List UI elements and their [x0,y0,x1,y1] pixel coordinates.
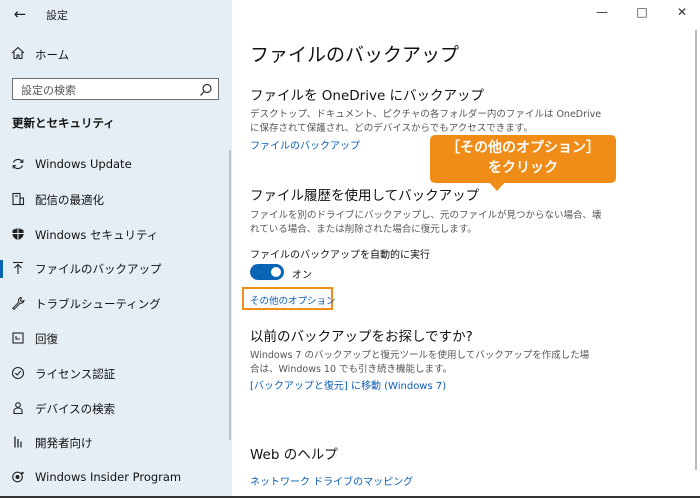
search-input[interactable] [13,80,193,101]
sidebar-item-label: トラブルシューティング [35,297,161,312]
sidebar-item-find-device[interactable]: デバイスの検索 [0,392,232,427]
wrench-icon [10,296,26,312]
more-options-link[interactable]: その他のオプション [250,293,336,307]
instruction-callout: ［その他のオプション］ をクリック [430,135,616,183]
onedrive-description: デスクトップ、ドキュメント、ピクチャの各フォルダー内のファイルは OneDriv… [250,109,602,134]
app-title: 設定 [46,9,68,22]
close-button[interactable]: ✕ [672,3,692,21]
toggle-state-label: オン [292,270,312,281]
sidebar-item-label: デバイスの検索 [35,401,116,416]
backup-restore-link[interactable]: [バックアップと復元] に移動 (Windows 7) [250,377,446,392]
sidebar-item-label: Windows Update [35,157,132,171]
sidebar-item-label: Windows Insider Program [35,470,182,485]
window-controls: — □ ✕ [570,0,700,26]
maximize-button[interactable]: □ [632,3,652,21]
person-location-icon [10,401,26,417]
recovery-icon [10,331,26,347]
sidebar-item-label: 開発者向け [35,436,93,451]
callout-pointer [488,181,506,191]
previous-backup-description: Windows 7 のバックアップと復元ツールを使用してバックアップを作成した場… [250,350,590,375]
search-field[interactable] [12,78,219,101]
sidebar-item-windows-update[interactable]: Windows Update [0,148,232,183]
auto-backup-toggle[interactable] [250,264,284,280]
sidebar-item-troubleshoot[interactable]: トラブルシューティング [0,287,232,322]
sidebar-nav-list: Windows Update 配信の最適化 Windows セキュリティ ファイ… [0,148,232,496]
shield-icon [10,227,26,243]
delivery-icon [10,192,26,208]
backup-arrow-icon [10,261,26,277]
sidebar: ← 設定 ホーム 更新とセキュリティ Windows Update 配信の最適化 [0,0,232,498]
back-button[interactable]: ← [8,3,32,25]
sidebar-item-label: Windows セキュリティ [35,227,159,242]
minimize-icon: — [596,5,608,19]
sidebar-item-label: ライセンス認証 [35,366,116,381]
main-scrollbar[interactable] [695,30,697,470]
onedrive-heading: ファイルを OneDrive にバックアップ [250,88,485,104]
back-arrow-icon: ← [13,5,27,23]
file-history-description: ファイルを別のドライブにバックアップし、元のファイルが見つからない場合、壊れてい… [250,210,602,235]
sidebar-item-windows-insider[interactable]: Windows Insider Program [0,461,232,496]
sidebar-item-recovery[interactable]: 回復 [0,322,232,357]
sync-icon [10,157,26,173]
sidebar-item-home[interactable]: ホーム [0,40,232,68]
sidebar-item-label: ホーム [35,48,70,62]
sidebar-item-label: 配信の最適化 [35,192,104,207]
page-title: ファイルのバックアップ [250,44,460,66]
callout-line2: をクリック [488,160,558,176]
insider-icon [10,470,26,486]
sidebar-item-label: ファイルのバックアップ [35,262,162,277]
callout-line1: ［その他のオプション］ [446,140,600,156]
section-heading: 更新とセキュリティ [12,116,115,130]
web-help-heading: Web のヘルプ [250,447,338,463]
title-bar: ← 設定 [0,0,232,30]
close-icon: ✕ [676,5,688,19]
sidebar-item-windows-security[interactable]: Windows セキュリティ [0,218,232,253]
onedrive-backup-link[interactable]: ファイルのバックアップ [250,137,360,152]
maximize-icon: □ [636,5,648,19]
sidebar-item-delivery-optimization[interactable]: 配信の最適化 [0,183,232,218]
sidebar-item-label: 回復 [35,331,58,346]
sidebar-item-activation[interactable]: ライセンス認証 [0,357,232,392]
sidebar-item-for-developers[interactable]: 開発者向け [0,426,232,461]
search-icon[interactable] [199,82,213,96]
file-history-heading: ファイル履歴を使用してバックアップ [250,188,480,204]
map-network-drive-link[interactable]: ネットワーク ドライブのマッピング [250,473,413,488]
sidebar-item-file-backup[interactable]: ファイルのバックアップ [0,252,232,287]
main-content: — □ ✕ ファイルのバックアップ ファイルを OneDrive にバックアップ… [232,0,700,498]
sidebar-scrollbar[interactable] [229,150,231,440]
toggle-knob [271,267,281,277]
check-circle-icon [10,366,26,382]
home-icon [10,46,26,62]
previous-backup-heading: 以前のバックアップをお探しですか? [250,329,473,345]
developer-icon [10,435,26,451]
minimize-button[interactable]: — [592,3,612,21]
auto-backup-label: ファイルのバックアップを自動的に実行 [250,250,430,261]
